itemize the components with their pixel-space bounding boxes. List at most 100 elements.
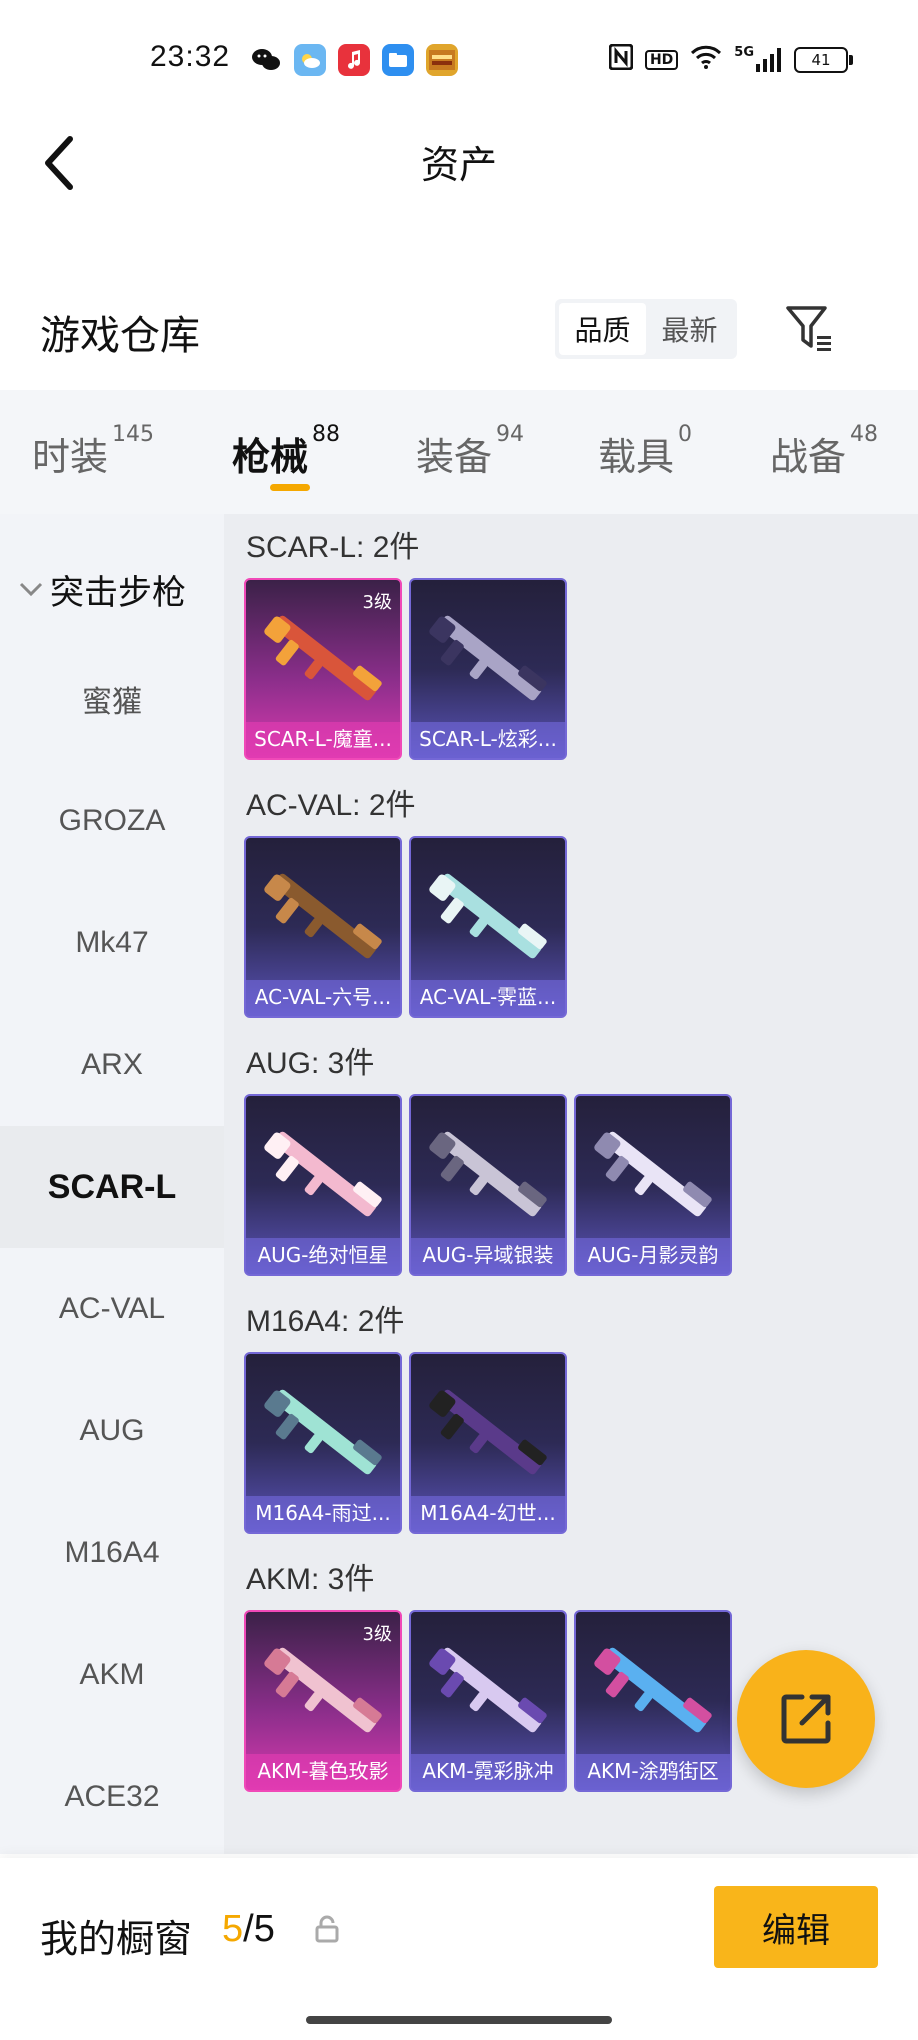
tab-label: 枪械 — [232, 435, 309, 479]
skin-name: AC-VAL-六号... — [246, 980, 400, 1016]
skin-level-badge: 3级 — [362, 1624, 392, 1645]
status-right: HD 5G 41 — [608, 43, 853, 75]
skin-name: AKM-涂鸦街区 — [576, 1754, 730, 1790]
skin-name: SCAR-L-魔童... — [246, 722, 400, 758]
gun-skin-image — [264, 1647, 382, 1733]
skin-card[interactable]: M16A4-幻世... — [409, 1352, 567, 1534]
skin-card[interactable]: AUG-绝对恒星 — [244, 1094, 402, 1276]
battery-indicator: 41 — [794, 46, 853, 73]
gun-skin-image — [429, 615, 547, 701]
showcase-count: 5/5 — [222, 1908, 275, 1951]
wifi-icon — [690, 45, 722, 74]
gun-skin-image — [594, 1131, 712, 1217]
skin-name: SCAR-L-炫彩... — [411, 722, 565, 758]
status-app-icons — [250, 44, 458, 76]
skin-name: AUG-月影灵韵 — [576, 1238, 730, 1274]
section-title: M16A4: 2件 — [246, 1305, 405, 1338]
hd-icon: HD — [644, 49, 679, 70]
skin-card[interactable]: AKM-霓彩脉冲 — [409, 1610, 567, 1792]
share-fab[interactable] — [737, 1650, 875, 1788]
filter-button[interactable] — [780, 299, 840, 359]
sidebar-item-arx[interactable]: ARX — [0, 1004, 224, 1126]
tab-count: 94 — [496, 422, 525, 447]
filter-icon — [786, 306, 831, 351]
gun-skin-image — [429, 1389, 547, 1475]
sidebar-item-groza[interactable]: GROZA — [0, 760, 224, 882]
skin-card[interactable]: AKM-涂鸦街区 — [574, 1610, 732, 1792]
sort-option-newest[interactable]: 最新 — [646, 303, 733, 355]
skin-name: AUG-异域银装 — [411, 1238, 565, 1274]
music-icon — [338, 44, 370, 76]
chevron-down-icon — [19, 582, 43, 597]
gun-skin-image — [264, 1131, 382, 1217]
section-title: SCAR-L: 2件 — [246, 531, 420, 564]
gun-skin-image — [264, 873, 382, 959]
section-title: AC-VAL: 2件 — [246, 789, 416, 822]
tab-label: 装备 — [416, 435, 493, 479]
section-title: AUG: 3件 — [246, 1047, 375, 1080]
warehouse-row: 游戏仓库 品质 最新 — [0, 285, 918, 375]
wechat-icon — [250, 44, 282, 76]
skin-card[interactable]: AUG-月影灵韵 — [574, 1094, 732, 1276]
skin-name: AKM-霓彩脉冲 — [411, 1754, 565, 1790]
sidebar-item-ace32[interactable]: ACE32 — [0, 1736, 224, 1858]
gun-skin-image — [264, 615, 382, 701]
showcase-bar: 我的橱窗 5/5 编辑 — [0, 1858, 918, 2040]
active-tab-indicator — [270, 484, 310, 491]
tab-supplies[interactable]: 战备48 — [770, 422, 878, 481]
skin-card[interactable]: 3级 SCAR-L-魔童... — [244, 578, 402, 760]
skin-card[interactable]: AC-VAL-霁蓝... — [409, 836, 567, 1018]
skin-name: M16A4-幻世... — [411, 1496, 565, 1532]
sidebar-item-honey-badger[interactable]: 蜜獾 — [0, 638, 224, 760]
share-icon — [781, 1694, 831, 1744]
tab-outfits[interactable]: 时装145 — [32, 422, 154, 481]
showcase-separator: / — [243, 1908, 254, 1950]
sidebar-item-m16a4[interactable]: M16A4 — [0, 1492, 224, 1614]
gun-skin-image — [264, 1389, 382, 1475]
gun-skin-image — [429, 873, 547, 959]
edit-button[interactable]: 编辑 — [714, 1886, 878, 1968]
skin-card[interactable]: SCAR-L-炫彩... — [409, 578, 567, 760]
skin-name: AKM-暮色玫影 — [246, 1754, 400, 1790]
tab-guns[interactable]: 枪械88 — [232, 422, 340, 481]
tab-equipment[interactable]: 装备94 — [416, 422, 524, 481]
tab-label: 时装 — [32, 435, 109, 479]
game-icon — [426, 44, 458, 76]
gun-skin-image — [429, 1131, 547, 1217]
sidebar-group-label: 突击步枪 — [50, 572, 186, 613]
sidebar-item-mk47[interactable]: Mk47 — [0, 882, 224, 1004]
files-icon — [382, 44, 414, 76]
showcase-total: 5 — [253, 1908, 275, 1950]
skin-name: AC-VAL-霁蓝... — [411, 980, 565, 1016]
tab-count: 48 — [850, 422, 879, 447]
showcase-current: 5 — [222, 1908, 244, 1950]
section-title: AKM: 3件 — [246, 1563, 375, 1596]
skin-level-badge: 3级 — [362, 592, 392, 613]
signal-5g-icon: 5G — [734, 45, 782, 72]
tab-label: 载具 — [598, 435, 675, 479]
showcase-label: 我的橱窗 — [40, 1917, 193, 1961]
category-tabs: 时装145 枪械88 装备94 载具0 战备48 — [0, 390, 918, 514]
skin-card[interactable]: M16A4-雨过... — [244, 1352, 402, 1534]
gun-skin-image — [429, 1647, 547, 1733]
skin-name: M16A4-雨过... — [246, 1496, 400, 1532]
sidebar-item-akm[interactable]: AKM — [0, 1614, 224, 1736]
skin-card[interactable]: AUG-异域银装 — [409, 1094, 567, 1276]
home-indicator[interactable] — [306, 2016, 612, 2024]
sidebar-item-ac-val[interactable]: AC-VAL — [0, 1248, 224, 1370]
sidebar-group-assault-rifles[interactable]: 突击步枪 — [0, 544, 224, 634]
nfc-icon — [608, 43, 634, 75]
status-time: 23:32 — [150, 40, 231, 73]
tab-vehicles[interactable]: 载具0 — [598, 422, 692, 481]
gun-skin-image — [594, 1647, 712, 1733]
skin-card[interactable]: 3级 AKM-暮色玫影 — [244, 1610, 402, 1792]
skin-card[interactable]: AC-VAL-六号... — [244, 836, 402, 1018]
sort-option-quality[interactable]: 品质 — [559, 303, 646, 355]
sidebar-item-scar-l[interactable]: SCAR-L — [0, 1126, 224, 1248]
tab-count: 88 — [312, 422, 341, 447]
header: 资产 — [0, 120, 918, 210]
tab-label: 战备 — [770, 435, 847, 479]
sort-toggle: 品质 最新 — [555, 299, 737, 359]
tab-count: 0 — [678, 422, 693, 447]
sidebar-item-aug[interactable]: AUG — [0, 1370, 224, 1492]
